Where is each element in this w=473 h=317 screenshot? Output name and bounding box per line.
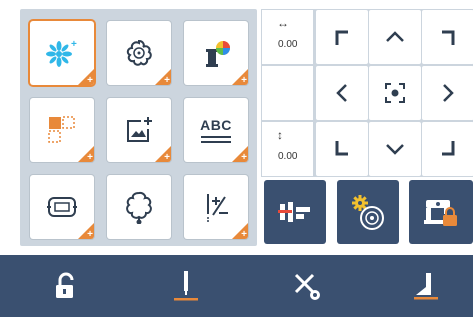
corner-plus-icon: +	[87, 75, 93, 86]
embroidery-pattern-button[interactable]: + +	[30, 21, 94, 85]
stitch-mode-button[interactable]	[264, 180, 326, 244]
up-right-corner-icon	[442, 30, 455, 45]
settings-flower-icon	[352, 195, 384, 230]
down-left-corner-icon	[335, 141, 348, 156]
chevron-up-icon	[386, 31, 404, 42]
position-panel: ↔ 0.00 ↕ 0.00	[261, 9, 473, 177]
stitch-plus-minus-button[interactable]: +	[184, 175, 248, 239]
down-right-corner-icon	[442, 141, 455, 156]
chevron-left-icon	[336, 84, 347, 102]
chevron-right-icon	[443, 84, 454, 102]
center-target-icon	[385, 83, 405, 103]
move-up-button[interactable]	[369, 10, 421, 64]
machine-lock-icon	[424, 200, 457, 226]
move-up-left-button[interactable]	[316, 10, 368, 64]
presser-foot-icon	[414, 273, 438, 300]
move-left-button[interactable]	[316, 66, 368, 120]
thread-cut-icon	[294, 273, 320, 300]
flower-frame-button[interactable]: +	[107, 21, 171, 85]
hoop-button[interactable]: +	[30, 175, 94, 239]
blank-cell	[261, 65, 314, 121]
outline-shape-button[interactable]	[107, 175, 171, 239]
image-add-button[interactable]: +	[107, 98, 171, 162]
machine-lock-button[interactable]	[409, 180, 473, 244]
unlock-button[interactable]	[36, 255, 96, 317]
horizontal-position: ↔ 0.00	[261, 9, 314, 65]
outline-shape-icon	[107, 175, 171, 239]
move-center-button[interactable]	[369, 66, 421, 120]
thread-color-button[interactable]: +	[184, 21, 248, 85]
move-up-right-button[interactable]	[422, 10, 473, 64]
embroidery-settings-button[interactable]	[337, 180, 399, 244]
layout-select-button[interactable]: +	[30, 98, 94, 162]
presser-foot-button[interactable]	[396, 255, 456, 317]
vertical-position: ↕ 0.00	[261, 121, 314, 177]
vertical-arrow-icon: ↕	[277, 128, 283, 142]
chevron-down-icon	[386, 144, 404, 155]
move-down-button[interactable]	[369, 122, 421, 176]
horizontal-arrow-icon: ↔	[277, 16, 289, 30]
move-down-right-button[interactable]	[422, 122, 473, 176]
horizontal-value: 0.00	[278, 39, 298, 50]
move-right-button[interactable]	[422, 66, 473, 120]
move-down-left-button[interactable]	[316, 122, 368, 176]
tool-panel: + + + + + + ABC + + +	[20, 9, 257, 246]
needle-position-icon	[174, 271, 198, 301]
text-abc-button[interactable]: ABC +	[184, 98, 248, 162]
needle-position-button[interactable]	[156, 255, 216, 317]
stitch-mode-icon	[278, 202, 310, 222]
up-left-corner-icon	[335, 30, 348, 45]
vertical-value: 0.00	[278, 151, 298, 162]
thread-cut-button[interactable]	[276, 255, 336, 317]
svg-text:+: +	[71, 39, 77, 50]
unlock-icon	[56, 272, 74, 298]
bottom-toolbar	[0, 255, 473, 317]
